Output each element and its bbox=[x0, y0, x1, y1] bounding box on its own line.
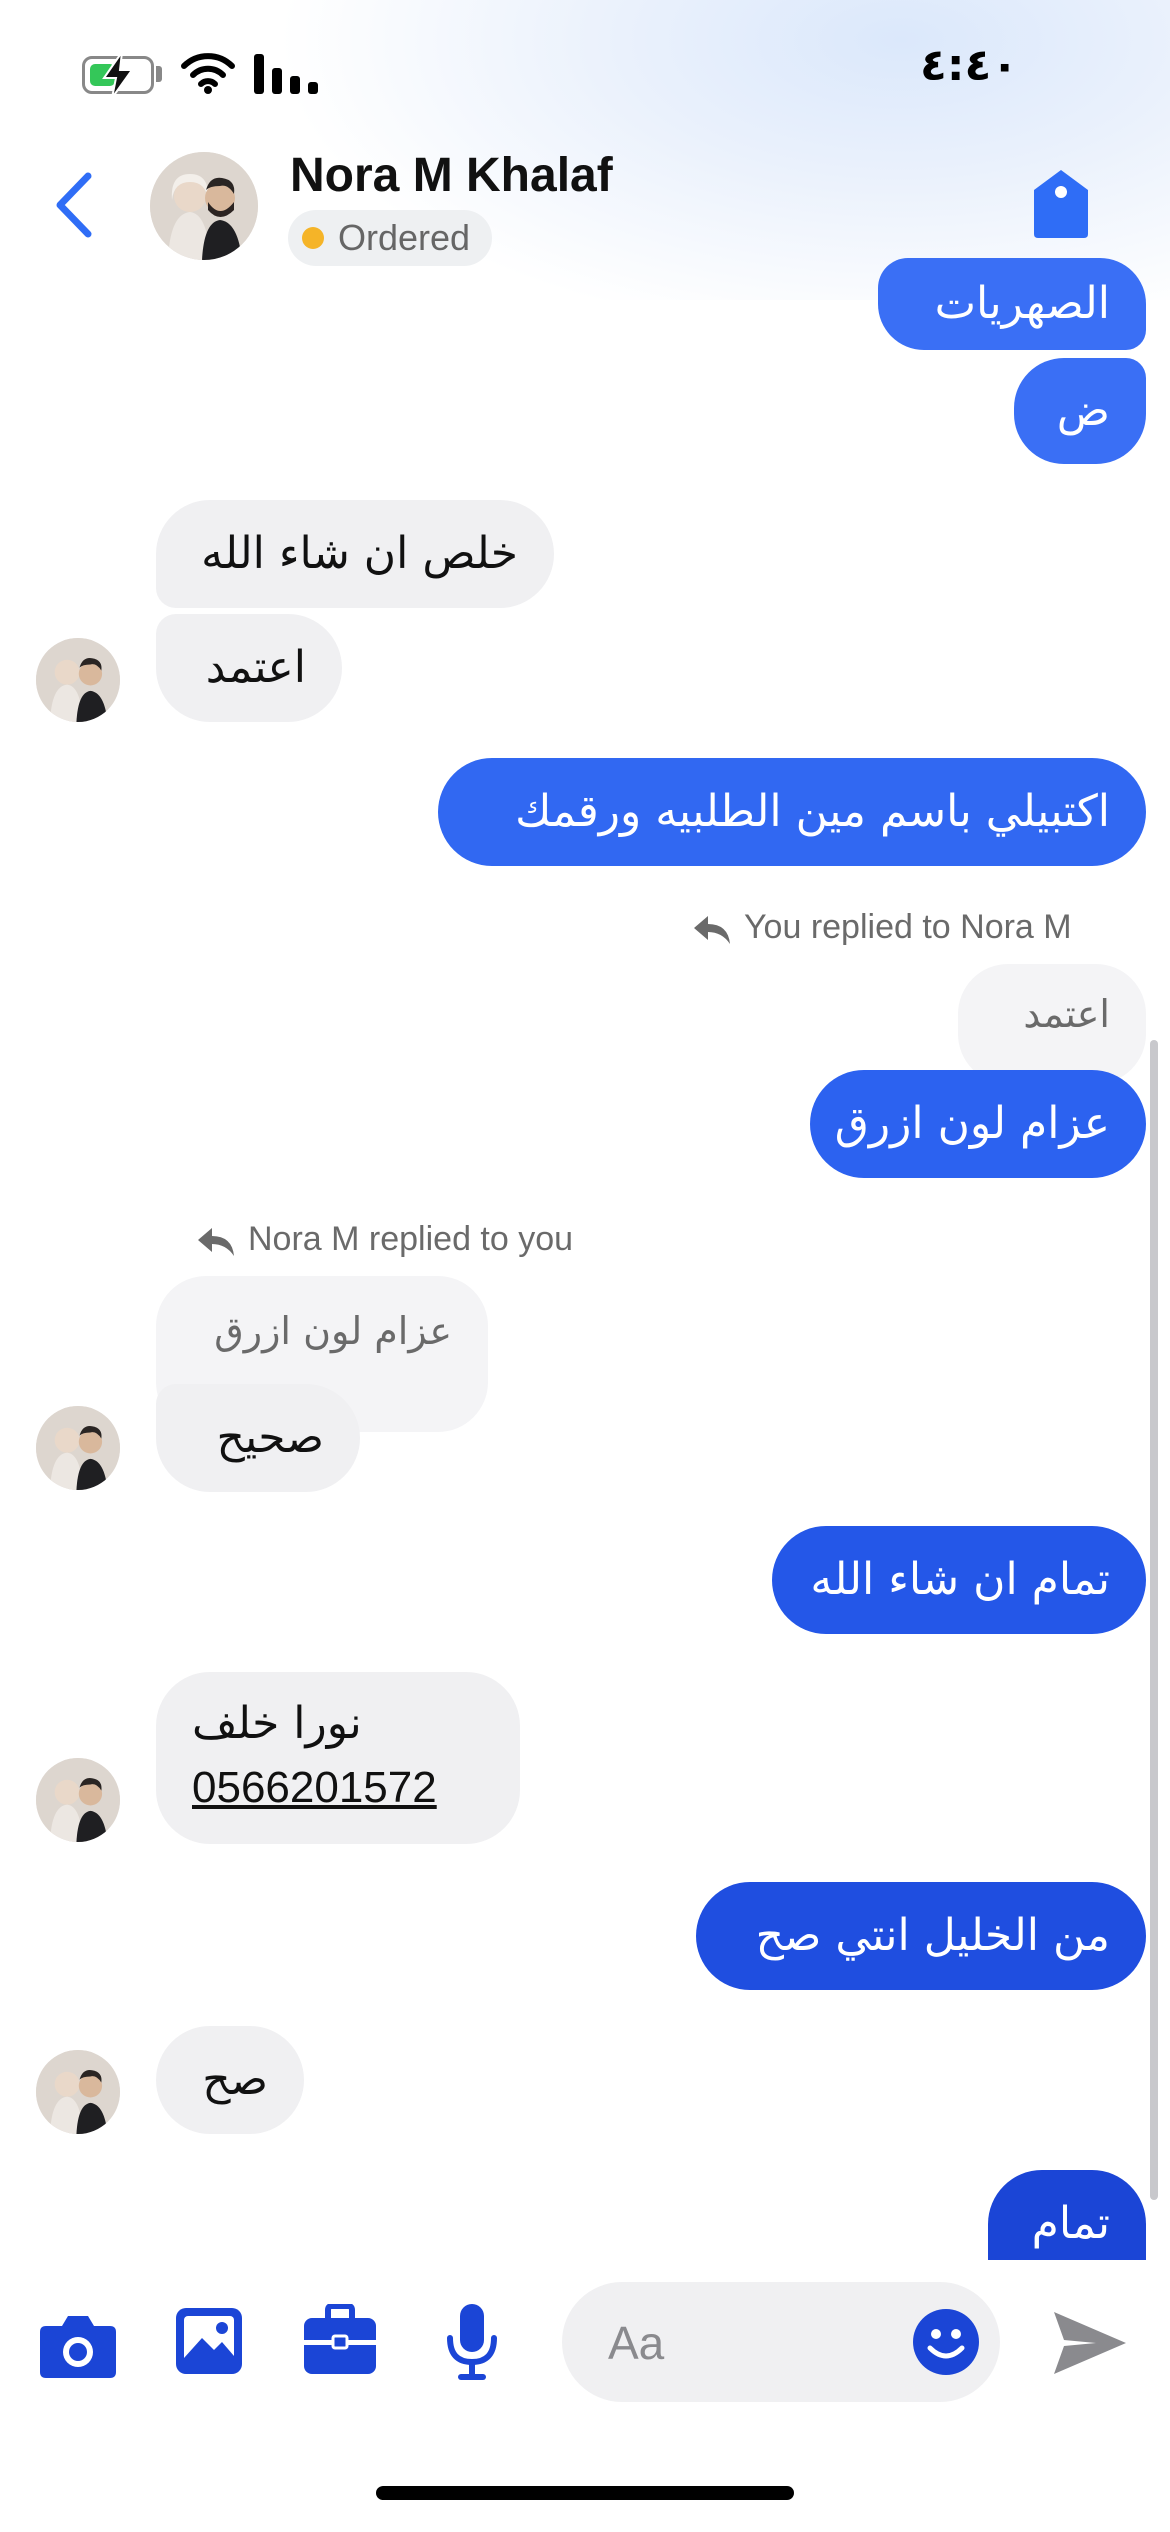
briefcase-icon[interactable] bbox=[302, 2304, 378, 2376]
quoted-message[interactable]: اعتمد bbox=[958, 964, 1146, 1084]
charging-bolt-icon bbox=[102, 51, 134, 99]
incoming-message[interactable]: اعتمد bbox=[156, 614, 342, 722]
sender-avatar bbox=[36, 1758, 120, 1842]
status-dot bbox=[302, 227, 324, 249]
contact-avatar[interactable] bbox=[150, 152, 258, 260]
sender-avatar bbox=[36, 638, 120, 722]
gallery-icon[interactable] bbox=[174, 2306, 244, 2376]
outgoing-message[interactable]: تمام ان شاء الله bbox=[772, 1526, 1146, 1634]
order-status-badge[interactable]: Ordered bbox=[288, 210, 493, 266]
status-bar: ٤:٤٠ bbox=[0, 0, 1170, 150]
outgoing-message[interactable]: اكتبيلي باسم مين الطلبيه ورقمك bbox=[438, 758, 1146, 866]
incoming-contact-message[interactable]: نورا خلف 0566201572 bbox=[156, 1672, 520, 1844]
wifi-icon bbox=[181, 53, 235, 94]
status-time: ٤:٤٠ bbox=[920, 40, 1019, 91]
message-line: نورا خلف bbox=[192, 1698, 362, 1749]
reply-indicator: You replied to Nora M bbox=[692, 908, 1112, 952]
scrollbar[interactable] bbox=[1150, 1040, 1158, 2200]
outgoing-message[interactable]: عزام لون ازرق bbox=[810, 1070, 1146, 1178]
camera-icon[interactable] bbox=[38, 2310, 118, 2380]
tag-icon[interactable] bbox=[1030, 168, 1092, 240]
reply-indicator: Nora M replied to you bbox=[196, 1220, 636, 1264]
reply-arrow-icon bbox=[694, 916, 730, 944]
outgoing-message[interactable]: الصهريات bbox=[878, 258, 1146, 350]
cellular-signal-icon bbox=[254, 54, 318, 94]
send-icon[interactable] bbox=[1052, 2308, 1128, 2378]
incoming-message[interactable]: خلص ان شاء الله bbox=[156, 500, 554, 608]
reply-arrow-icon bbox=[198, 1228, 234, 1256]
incoming-message[interactable]: صحيح bbox=[156, 1384, 360, 1492]
emoji-icon[interactable] bbox=[912, 2308, 980, 2376]
back-chevron-icon[interactable] bbox=[50, 170, 100, 240]
incoming-message[interactable]: صح bbox=[156, 2026, 304, 2134]
microphone-icon[interactable] bbox=[444, 2302, 500, 2384]
message-input[interactable] bbox=[606, 2312, 910, 2374]
phone-number-link[interactable]: 0566201572 bbox=[192, 1756, 484, 1820]
outgoing-message[interactable]: ض bbox=[1014, 358, 1146, 464]
status-label: Ordered bbox=[338, 217, 471, 258]
outgoing-message[interactable]: من الخليل انتي صح bbox=[696, 1882, 1146, 1990]
sender-avatar bbox=[36, 2050, 120, 2134]
contact-name[interactable]: Nora M Khalaf bbox=[290, 148, 613, 203]
outgoing-message[interactable]: تمام bbox=[988, 2170, 1146, 2260]
battery-nub bbox=[156, 66, 162, 82]
home-indicator bbox=[376, 2486, 794, 2500]
sender-avatar bbox=[36, 1406, 120, 1490]
message-input-container[interactable] bbox=[562, 2282, 1000, 2402]
